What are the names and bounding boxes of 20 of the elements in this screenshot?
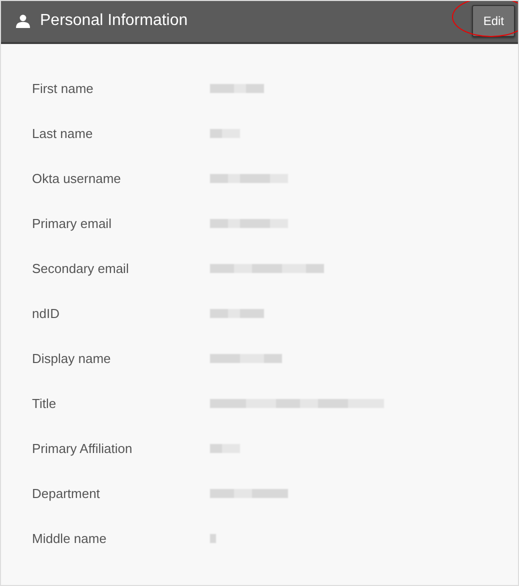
field-label: Secondary email bbox=[32, 261, 130, 276]
field-label: Middle name bbox=[32, 531, 108, 546]
pixelated-value-drawing bbox=[210, 309, 264, 318]
field-label: Display name bbox=[32, 351, 112, 366]
edit-button[interactable]: Edit bbox=[472, 5, 515, 37]
pixelated-value-drawing bbox=[210, 129, 240, 138]
panel-title: Personal Information bbox=[40, 12, 188, 30]
pixelated-value-drawing bbox=[210, 444, 240, 453]
field-label: ndID bbox=[32, 306, 60, 321]
field-label: Primary Affiliation bbox=[32, 441, 134, 456]
field-label: First name bbox=[32, 81, 94, 96]
pixelated-value-drawing bbox=[210, 84, 264, 93]
field-label: Department bbox=[32, 486, 101, 501]
pixelated-value-drawing bbox=[210, 534, 216, 543]
field-label: Title bbox=[32, 396, 58, 411]
person-icon bbox=[16, 14, 30, 28]
pixelated-value-drawing bbox=[210, 354, 282, 363]
field-label: Last name bbox=[32, 126, 94, 141]
field-label: Primary email bbox=[32, 216, 112, 231]
field-label: Okta username bbox=[32, 171, 122, 186]
